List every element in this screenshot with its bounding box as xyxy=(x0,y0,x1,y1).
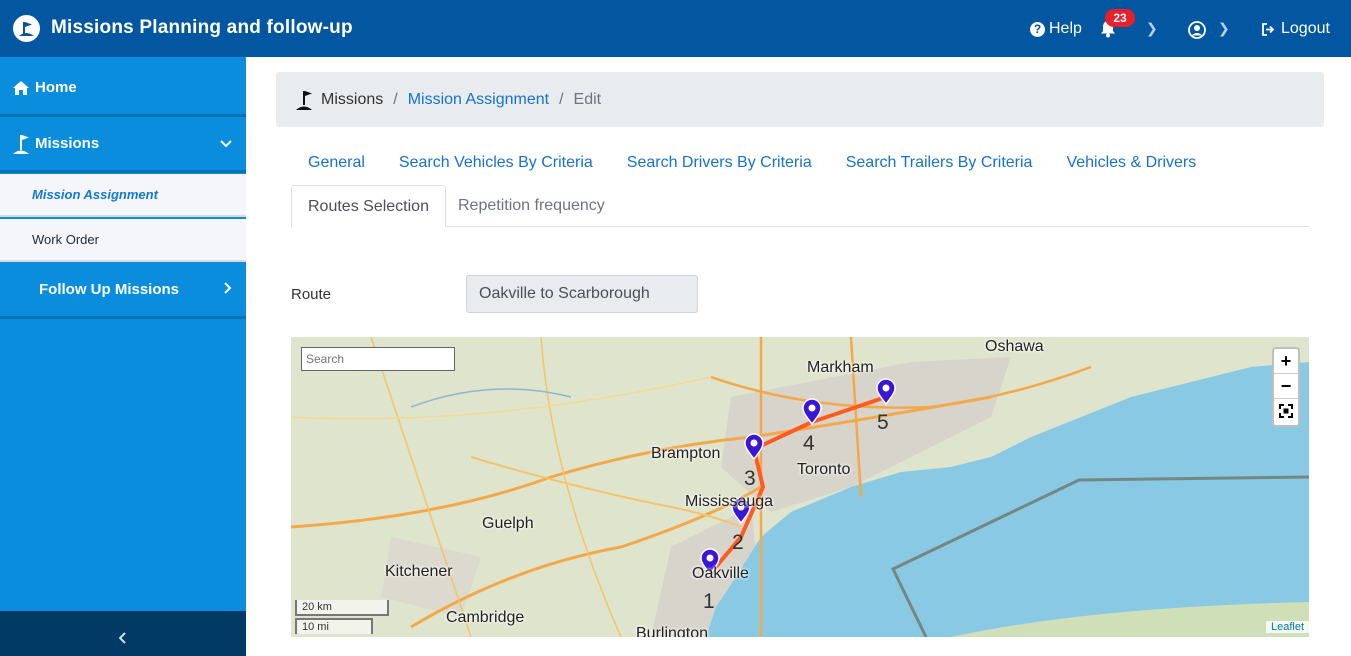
tab-bar: General Search Vehicles By Criteria Sear… xyxy=(291,154,1213,178)
map-city-label: Cambridge xyxy=(446,609,525,626)
logout-button[interactable]: Logout xyxy=(1261,20,1330,38)
map-city-label: Brampton xyxy=(651,445,721,462)
tab-routes-selection[interactable]: Routes Selection xyxy=(291,185,446,228)
sidebar-item-label: Follow Up Missions xyxy=(39,281,180,298)
chevron-right-icon[interactable]: ❯ xyxy=(1218,20,1230,37)
logout-label: Logout xyxy=(1281,20,1330,37)
map-search-input[interactable] xyxy=(301,347,455,371)
flag-icon xyxy=(7,133,35,155)
help-link[interactable]: ? Help xyxy=(1030,20,1082,38)
chevron-down-icon xyxy=(220,136,232,151)
map-tiles xyxy=(291,337,1309,637)
route-field[interactable]: Oakville to Scarborough xyxy=(466,275,698,313)
map-scale: 20 km 10 mi xyxy=(295,600,389,634)
breadcrumb: Missions / Mission Assignment / Edit xyxy=(276,72,1324,127)
sidebar-item-missions[interactable]: Missions xyxy=(0,117,246,173)
chevron-right-icon xyxy=(224,282,232,297)
scale-km: 20 km xyxy=(295,600,389,616)
route-label: Route xyxy=(291,286,332,303)
sidebar-item-label: Missions xyxy=(35,135,100,152)
app-logo xyxy=(13,15,40,42)
zoom-control: + − xyxy=(1272,347,1300,427)
home-icon xyxy=(7,80,35,96)
waypoint-number: 3 xyxy=(744,467,756,490)
map-city-label: Mississauga xyxy=(685,493,774,510)
sidebar: Home Missions Mission Assignment Work Or… xyxy=(0,57,246,656)
waypoint-number: 4 xyxy=(803,432,815,455)
waypoint-number: 1 xyxy=(703,590,715,613)
map-city-label: Toronto xyxy=(797,461,851,478)
breadcrumb-current: Edit xyxy=(573,90,602,108)
zoom-in-button[interactable]: + xyxy=(1274,349,1298,374)
sidebar-item-follow-up-missions[interactable]: Follow Up Missions xyxy=(0,263,246,319)
tab-general[interactable]: General xyxy=(291,154,382,178)
sidebar-item-label: Mission Assignment xyxy=(32,187,158,202)
map-attribution-link[interactable]: Leaflet xyxy=(1265,621,1309,633)
breadcrumb-separator: / xyxy=(559,90,564,108)
scale-mi: 10 mi xyxy=(295,618,373,634)
question-icon: ? xyxy=(1030,21,1045,37)
breadcrumb-link-mission-assignment[interactable]: Mission Assignment xyxy=(408,91,549,109)
tab-vehicles-drivers[interactable]: Vehicles & Drivers xyxy=(1049,154,1213,178)
chevron-right-icon[interactable]: ❯ xyxy=(1146,20,1158,37)
notification-badge: 23 xyxy=(1105,9,1135,27)
waypoint-number: 5 xyxy=(877,411,889,434)
fullscreen-button[interactable] xyxy=(1274,399,1298,424)
sidebar-item-mission-assignment[interactable]: Mission Assignment xyxy=(0,174,246,217)
help-label: Help xyxy=(1049,20,1082,37)
waypoint-number: 2 xyxy=(732,531,744,554)
sidebar-item-label: Home xyxy=(35,79,77,96)
tab-search-trailers[interactable]: Search Trailers By Criteria xyxy=(829,154,1050,178)
tab-search-vehicles[interactable]: Search Vehicles By Criteria xyxy=(382,154,610,178)
map-city-label: Oakville xyxy=(692,565,749,582)
route-map[interactable]: Oshawa Markham Brampton Toronto Mississa… xyxy=(291,337,1309,637)
tab-bar-secondary: Routes Selection Repetition frequency xyxy=(291,185,1309,228)
fullscreen-icon xyxy=(1279,404,1293,418)
map-city-label: Kitchener xyxy=(385,563,453,580)
app-title: Missions Planning and follow-up xyxy=(51,17,353,38)
user-circle-icon[interactable] xyxy=(1188,21,1206,39)
sidebar-item-work-order[interactable]: Work Order xyxy=(0,219,246,262)
breadcrumb-separator: / xyxy=(393,90,398,108)
map-city-label: Guelph xyxy=(482,515,534,532)
sign-out-icon xyxy=(1262,22,1275,36)
sidebar-item-home[interactable]: Home xyxy=(0,61,246,117)
flag-icon xyxy=(296,90,312,110)
breadcrumb-root: Missions xyxy=(321,90,384,108)
tab-repetition-frequency[interactable]: Repetition frequency xyxy=(442,185,621,227)
sidebar-item-label: Work Order xyxy=(32,232,99,247)
map-city-label: Markham xyxy=(807,359,874,376)
zoom-out-button[interactable]: − xyxy=(1274,374,1298,399)
map-city-label: Burlington xyxy=(636,625,709,637)
map-city-label: Oshawa xyxy=(985,338,1044,355)
chevron-left-icon xyxy=(118,632,126,644)
sidebar-collapse-button[interactable] xyxy=(0,611,246,656)
top-bar: Missions Planning and follow-up ? Help 2… xyxy=(0,0,1351,57)
tab-search-drivers[interactable]: Search Drivers By Criteria xyxy=(610,154,829,178)
